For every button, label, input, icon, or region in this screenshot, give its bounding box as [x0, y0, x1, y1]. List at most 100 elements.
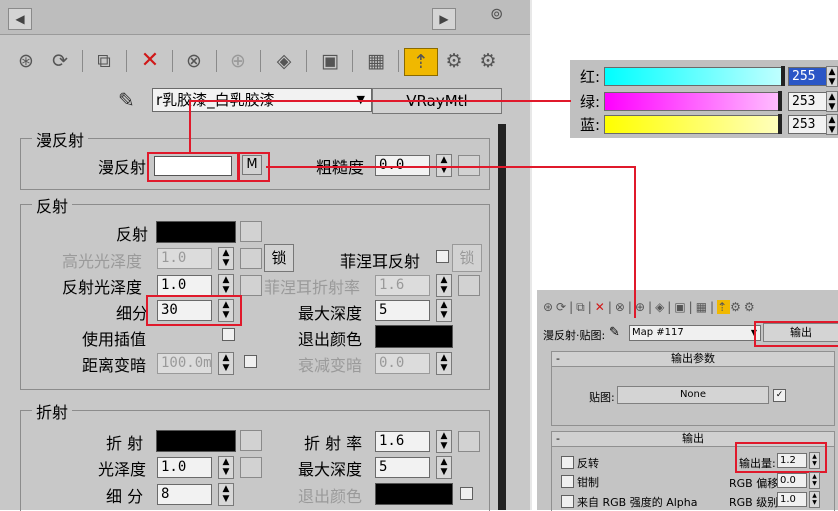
output-amount-field[interactable]: 1.2	[777, 453, 807, 468]
refl-subdivs-spinner[interactable]: ▲ ▼	[218, 299, 234, 322]
map-name-text: Map #117	[632, 327, 684, 338]
refl-gloss-map-button[interactable]	[240, 275, 262, 296]
hilight-gloss-map-button[interactable]	[240, 248, 262, 269]
diffuse-color-swatch[interactable]	[154, 156, 232, 176]
refl-max-depth-spinner[interactable]: ▲ ▼	[436, 299, 452, 322]
get-material-icon[interactable]: ⊛	[12, 48, 40, 74]
output-toggle[interactable]: -	[556, 432, 560, 446]
refl-subdivs-label: 细分	[116, 304, 149, 323]
go-parent-icon[interactable]: ⇡	[404, 48, 438, 76]
alpha-from-rgb-checkbox[interactable]	[561, 495, 574, 508]
green-bar[interactable]	[604, 92, 782, 111]
output-params-title: 输出参数	[671, 352, 715, 365]
diffuse-group-title: 漫反射	[32, 127, 89, 151]
red-value-field[interactable]: 255	[788, 67, 831, 86]
blue-slider[interactable]	[778, 114, 782, 134]
red-bar[interactable]	[604, 67, 782, 86]
hilight-gloss-spinner[interactable]: ▲ ▼	[218, 247, 234, 270]
ior-spinner[interactable]: ▲ ▼	[436, 430, 452, 453]
refract-map-button[interactable]	[240, 430, 262, 451]
dim-distance-checkbox[interactable]	[244, 355, 257, 368]
ior-map-button[interactable]	[458, 431, 480, 452]
refl-gloss-spinner[interactable]: ▲ ▼	[218, 274, 234, 297]
refr-max-depth-field[interactable]: 5	[375, 457, 430, 478]
put-to-library-icon[interactable]: ⊕	[224, 48, 252, 74]
refr-subdivs-spinner[interactable]: ▲ ▼	[218, 483, 234, 506]
use-interp-checkbox[interactable]	[222, 328, 235, 341]
put-to-scene-icon[interactable]: ⟳	[46, 48, 74, 74]
fresnel-lock-button[interactable]: 锁	[452, 244, 482, 272]
rgb-level-field[interactable]: 1.0	[777, 492, 807, 507]
make-unique-icon[interactable]: ⊗	[180, 48, 208, 74]
fresnel-ior-field[interactable]: 1.6	[375, 275, 430, 296]
reflect-map-button[interactable]	[240, 221, 262, 242]
show-end-result-icon[interactable]: ▦	[362, 48, 390, 74]
red-slider[interactable]	[781, 66, 785, 86]
use-interp-label: 使用插值	[82, 330, 147, 349]
refr-gloss-map-button[interactable]	[240, 457, 262, 478]
refl-subdivs-field[interactable]: 30	[157, 300, 212, 321]
hilight-lock-button[interactable]: 锁	[264, 244, 294, 272]
clamp-label: 钳制	[577, 476, 599, 489]
hilight-gloss-field[interactable]: 1.0	[157, 248, 212, 269]
refl-exit-color-swatch[interactable]	[375, 325, 453, 348]
output-amount-spinner[interactable]: ▲ ▼	[809, 452, 820, 469]
mini-toolbar-icons[interactable]: ⊛⟳|⧉|✕|⊗|⊕|◈|▣|▦|⇡⚙⚙	[543, 300, 758, 315]
green-slider[interactable]	[778, 91, 782, 111]
fresnel-ior-map-button[interactable]	[458, 275, 480, 296]
output-params-toggle[interactable]: -	[556, 352, 560, 366]
refr-max-depth-spinner[interactable]: ▲ ▼	[436, 456, 452, 479]
refr-subdivs-field[interactable]: 8	[157, 484, 212, 505]
bitmap-button[interactable]: None	[617, 386, 769, 404]
dim-falloff-field[interactable]: 0.0	[375, 353, 430, 374]
blue-value-field[interactable]: 253	[788, 115, 831, 134]
go-sibling-icon[interactable]: ⚙	[440, 48, 468, 74]
refr-exit-color-swatch[interactable]	[375, 483, 453, 505]
blue-bar[interactable]	[604, 115, 782, 134]
refr-gloss-field[interactable]: 1.0	[157, 457, 212, 478]
fresnel-ior-spinner[interactable]: ▲ ▼	[436, 274, 452, 297]
rgb-offset-field[interactable]: 0.0	[777, 473, 807, 488]
dim-distance-label: 距离变暗	[82, 356, 147, 375]
scroll-left-button[interactable]: ◀	[8, 8, 32, 30]
bitmap-checkbox[interactable]: ✓	[773, 389, 786, 402]
red-spinner[interactable]: ▲ ▼	[826, 66, 838, 87]
refr-max-depth-label: 最大深度	[298, 460, 363, 479]
reflect-color-swatch[interactable]	[156, 221, 236, 243]
output-params-rollout[interactable]: - 输出参数	[551, 351, 835, 367]
material-map-navigator-icon[interactable]: ⚙	[474, 48, 502, 74]
invert-checkbox[interactable]	[561, 456, 574, 469]
red-label: 红:	[580, 68, 601, 86]
refl-gloss-field[interactable]: 1.0	[157, 275, 212, 296]
ior-field[interactable]: 1.6	[375, 431, 430, 452]
dim-distance-field[interactable]: 100.0m	[157, 353, 212, 374]
clamp-checkbox[interactable]	[561, 475, 574, 488]
refract-color-swatch[interactable]	[156, 430, 236, 452]
refl-max-depth-field[interactable]: 5	[375, 300, 430, 321]
show-map-icon[interactable]: ▣	[316, 48, 344, 74]
blue-spinner[interactable]: ▲ ▼	[826, 114, 838, 135]
pick-material-icon[interactable]: ⊚	[490, 4, 503, 23]
rgb-offset-spinner[interactable]: ▲ ▼	[809, 472, 820, 489]
dim-falloff-spinner[interactable]: ▲ ▼	[436, 352, 452, 375]
scrollbar[interactable]	[498, 124, 506, 510]
refr-exit-color-checkbox[interactable]	[460, 487, 473, 500]
assign-material-icon[interactable]: ⧉	[90, 48, 118, 74]
scroll-right-button[interactable]: ▶	[432, 8, 456, 30]
ior-label: 折 射 率	[304, 434, 363, 453]
material-id-icon[interactable]: ◈	[270, 48, 298, 74]
dim-distance-spinner[interactable]: ▲ ▼	[218, 352, 234, 375]
rgb-level-spinner[interactable]: ▲ ▼	[809, 491, 820, 508]
output-button[interactable]: 输出	[763, 323, 838, 342]
refr-gloss-spinner[interactable]: ▲ ▼	[218, 456, 234, 479]
eyedropper-icon[interactable]: ✎	[118, 88, 135, 112]
fresnel-checkbox[interactable]	[436, 250, 449, 263]
callout-line-map-vertical	[634, 166, 636, 318]
green-value-field[interactable]: 253	[788, 92, 831, 111]
mini-eyedropper-icon[interactable]: ✎	[609, 325, 620, 340]
refr-exit-color-label: 退出颜色	[298, 487, 363, 506]
delete-icon[interactable]: ✕	[136, 48, 164, 74]
map-name-field[interactable]: Map #117 ▼	[629, 325, 761, 341]
diffuse-map-button[interactable]: M	[242, 155, 262, 175]
green-spinner[interactable]: ▲ ▼	[826, 91, 838, 112]
